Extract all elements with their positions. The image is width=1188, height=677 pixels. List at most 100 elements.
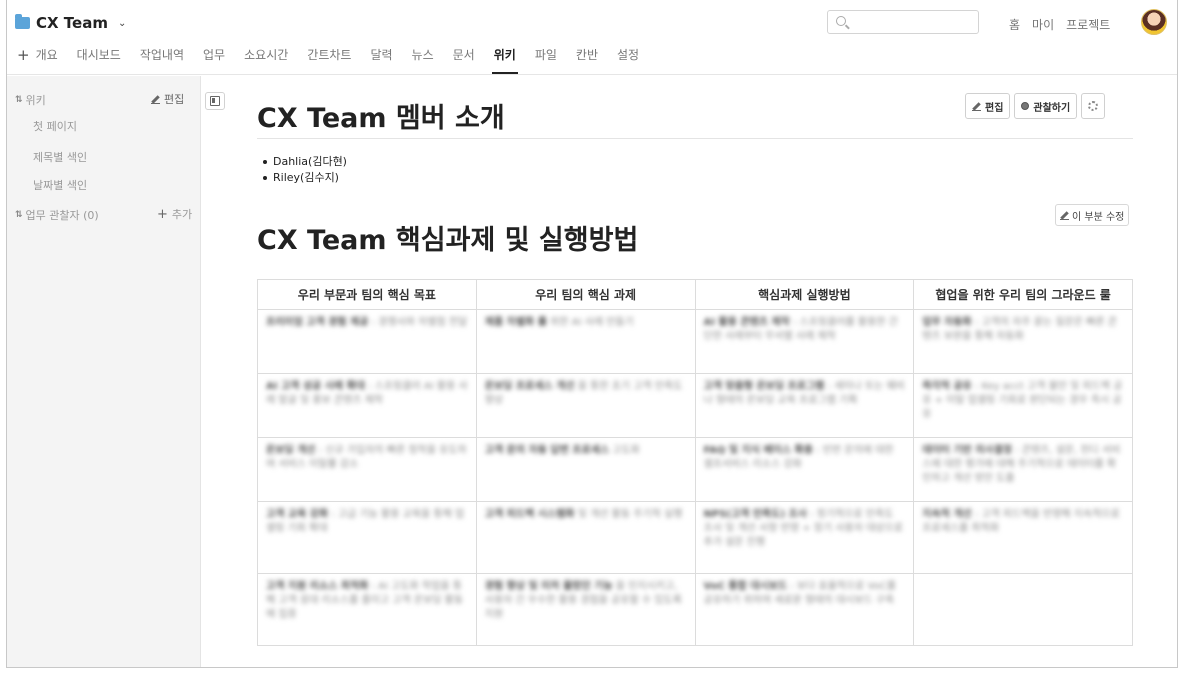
project-selector[interactable]: CX Team ⌄ — [15, 14, 126, 32]
cell-bold-text: 온보딩 개선 — [266, 445, 316, 456]
table-cell: 즉각적 공유 : Key acct 고객 불만 및 피드백 공유 + 이탈 업셀… — [913, 373, 1133, 438]
table-cell: NPS(고객 만족도) 조사 : 정기적으로 만족도 조사 및 개선 사항 반영… — [694, 501, 915, 574]
tab-10[interactable]: 파일 — [535, 46, 557, 74]
table-cell: 경험 향상 및 미처 몰랐던 기능 을 인지시키고, 사용자 간 우수한 활용 … — [475, 573, 696, 646]
sidebar-item-date-index[interactable]: 날짜별 색인 — [33, 177, 87, 193]
tab-3[interactable]: 업무 — [203, 46, 225, 74]
edit-button[interactable]: 편집 — [965, 93, 1011, 119]
sidebar-wiki-header: ⇅ 위키 — [15, 92, 46, 108]
watch-icon — [1021, 102, 1030, 110]
watch-button[interactable]: 관찰하기 — [1014, 93, 1078, 119]
cell-bold-text: AI 고객 성공 사례 확대 — [266, 381, 365, 392]
column-header: 우리 부문과 팀의 핵심 목표 — [257, 279, 477, 310]
project-tabs: + 개요 대시보드 작업내역 업무 소요시간 간트차트 달력 뉴스 문서 위키 파일 칸반 설정 — [17, 46, 658, 74]
my-link[interactable]: 마이 — [1032, 16, 1054, 33]
column-header: 우리 팀의 핵심 과제 — [475, 279, 696, 310]
pencil-icon — [972, 102, 981, 111]
projects-link[interactable]: 프로젝트 — [1066, 16, 1110, 33]
cell-text: 경험 향상 및 미처 몰랐던 기능 을 인지시키고, 사용자 간 우수한 활용 … — [485, 580, 687, 622]
sidebar-wiki-label: 위키 — [25, 94, 46, 107]
sidebar-edit-button[interactable]: 편집 — [151, 91, 184, 107]
cell-text: 업무 자동화 : 고객의 자주 묻는 질문은 빠른 콘텐츠 보완을 통해 자동화 — [922, 316, 1124, 344]
avatar[interactable] — [1141, 9, 1167, 35]
goals-table: 우리 부문과 팀의 핵심 목표 우리 팀의 핵심 과제 핵심과제 실행방법 협업… — [257, 279, 1133, 646]
tab-12[interactable]: 설정 — [617, 46, 639, 74]
sidebar-item-first-page[interactable]: 첫 페이지 — [33, 118, 77, 134]
table-cell: FAQ 및 지식 베이스 확충 : 빈번 문의에 대한 셀프서비스 리소스 강화 — [694, 437, 915, 502]
table-cell: 고객 문의 자동 답변 프로세스 고도화 — [475, 437, 696, 502]
edit-button-label: 편집 — [985, 102, 1004, 114]
header: CX Team ⌄ 홈 마이 프로젝트 + 개요 대시보드 작업내역 업무 소요시간 간트… — [7, 0, 1177, 75]
cell-text: AI 고객 성공 사례 확대 : 스프링클러 AI 활용 사례 발굴 및 홍보 … — [266, 380, 468, 408]
project-name: CX Team — [36, 14, 108, 32]
tab-0[interactable]: 개요 — [36, 46, 58, 74]
table-cell: 고객 피드백 시스템화 및 개선 활동 주기적 실행 — [475, 501, 696, 574]
cell-bold-text: 고객 맞춤형 온보딩 프로그램 — [703, 381, 825, 392]
tab-7[interactable]: 뉴스 — [412, 46, 434, 74]
table-header-row: 우리 부문과 팀의 핵심 목표 우리 팀의 핵심 과제 핵심과제 실행방법 협업… — [257, 279, 1133, 310]
cell-text: FAQ 및 지식 베이스 확충 : 빈번 문의에 대한 셀프서비스 리소스 강화 — [704, 444, 906, 472]
cell-bold-text: 즉각적 공유 — [922, 381, 972, 392]
tab-2[interactable]: 작업내역 — [140, 46, 184, 74]
list-item: Riley(김수지) — [263, 170, 347, 186]
tab-6[interactable]: 달력 — [370, 46, 392, 74]
sort-icon: ⇅ — [15, 95, 22, 105]
table-cell: 고객 맞춤형 온보딩 프로그램 : 세미나 또는 웨비나 형태의 온보딩 교육 … — [694, 373, 915, 438]
tab-8[interactable]: 문서 — [453, 46, 475, 74]
cell-plain-text: : 경쟁사와 차별점 전달 — [368, 317, 468, 328]
page-title: CX Team 멤버 소개 — [257, 103, 505, 134]
cell-bold-text: FAQ 및 지식 베이스 확충 — [703, 445, 813, 456]
cell-bold-text: AI 활용 콘텐츠 제작 — [703, 317, 790, 328]
cell-text: 고객 문의 자동 답변 프로세스 고도화 — [485, 444, 687, 458]
tab-5[interactable]: 간트차트 — [307, 46, 351, 74]
top-links: 홈 마이 프로젝트 — [1009, 16, 1110, 33]
home-link[interactable]: 홈 — [1009, 16, 1020, 33]
search-icon — [836, 16, 846, 26]
cell-text: 고객 맞춤형 온보딩 프로그램 : 세미나 또는 웨비나 형태의 온보딩 교육 … — [704, 380, 906, 408]
table-cell — [913, 573, 1133, 646]
cell-bold-text: 업무 자동화 — [922, 317, 972, 328]
sidebar-toggle-button[interactable] — [205, 92, 225, 110]
section-edit-button[interactable]: 이 부분 수정 — [1055, 204, 1130, 226]
page-actions: 편집 관찰하기 — [965, 93, 1106, 119]
tab-1[interactable]: 대시보드 — [77, 46, 121, 74]
pencil-icon — [1060, 211, 1069, 220]
search-input[interactable] — [827, 10, 979, 34]
sidebar-item-title-index[interactable]: 제목별 색인 — [33, 149, 87, 165]
table-cell: 고객 지원 리소스 최적화 : AI 고도화 작업을 통해 고객 응대 리소스를… — [257, 573, 477, 646]
member-list: Dahlia(김다현) Riley(김수지) — [263, 154, 347, 186]
panel-icon — [210, 96, 220, 106]
add-watcher-label: 추가 — [171, 208, 193, 221]
cell-text: 즉각적 공유 : Key acct 고객 불만 및 피드백 공유 + 이탈 업셀… — [922, 380, 1124, 422]
settings-button[interactable] — [1081, 93, 1106, 119]
cell-text: 온보딩 프로세스 개선 을 통한 초기 고객 만족도 향상 — [485, 380, 687, 408]
table-cell: AI 활용 콘텐츠 제작 : 스프링클러를 활용한 간단한 사례부터 무서별 사… — [694, 309, 915, 374]
chevron-down-icon: ⌄ — [117, 17, 127, 29]
sidebar-watchers-label: 업무 관찰자 (0) — [25, 209, 99, 222]
tab-4[interactable]: 소요시간 — [244, 46, 288, 74]
table-row: 고객 지원 리소스 최적화 : AI 고도화 작업을 통해 고객 응대 리소스를… — [257, 573, 1133, 646]
table-cell: 지속적 개선 : 고객 피드백을 반영해 지속적으로 프로세스를 최적화 — [913, 501, 1133, 574]
table-cell: 제품 차별화 를 위한 AI 사례 만들기 — [475, 309, 696, 374]
folder-icon — [15, 14, 30, 29]
cell-bold-text: 데이터 기반 의사결정 — [922, 445, 1013, 456]
cell-bold-text: 프리미엄 고객 경험 제공 — [266, 317, 369, 328]
table-row: 온보딩 개선 : 신규 가입자의 빠른 정착을 유도하여 서비스 이탈률 감소 고… — [257, 437, 1133, 502]
section-title: CX Team 핵심과제 및 실행방법 — [257, 225, 639, 256]
table-cell: 업무 자동화 : 고객의 자주 묻는 질문은 빠른 콘텐츠 보완을 통해 자동화 — [913, 309, 1133, 374]
pencil-icon — [151, 95, 160, 104]
tab-9[interactable]: 위키 — [491, 46, 518, 74]
plus-icon: + — [157, 206, 168, 222]
sidebar: ⇅ 위키 편집 첫 페이지 제목별 색인 날짜별 색인 ⇅ 업무 관찰자 (0)… — [7, 76, 201, 667]
table-cell: VoC 통합 대시보드 : 보다 효율적으로 VoC를 공유하기 위하여 새로운… — [694, 573, 915, 646]
cell-text: 고객 교육 강화 : 고급 기능 활용 교육을 통해 업셀링 기회 확대 — [266, 508, 468, 536]
column-header: 핵심과제 실행방법 — [694, 279, 915, 310]
cell-text: 제품 차별화 를 위한 AI 사례 만들기 — [485, 316, 687, 330]
tab-11[interactable]: 칸반 — [576, 46, 598, 74]
add-watcher-button[interactable]: + 추가 — [157, 206, 192, 222]
cell-bold-text: 고객 문의 자동 답변 프로세스 — [484, 445, 610, 456]
cell-bold-text: NPS(고객 만족도) 조사 — [703, 509, 807, 520]
plus-icon[interactable]: + — [17, 46, 30, 74]
list-item: Dahlia(김다현) — [263, 154, 347, 170]
sidebar-watchers: ⇅ 업무 관찰자 (0) — [15, 207, 99, 223]
